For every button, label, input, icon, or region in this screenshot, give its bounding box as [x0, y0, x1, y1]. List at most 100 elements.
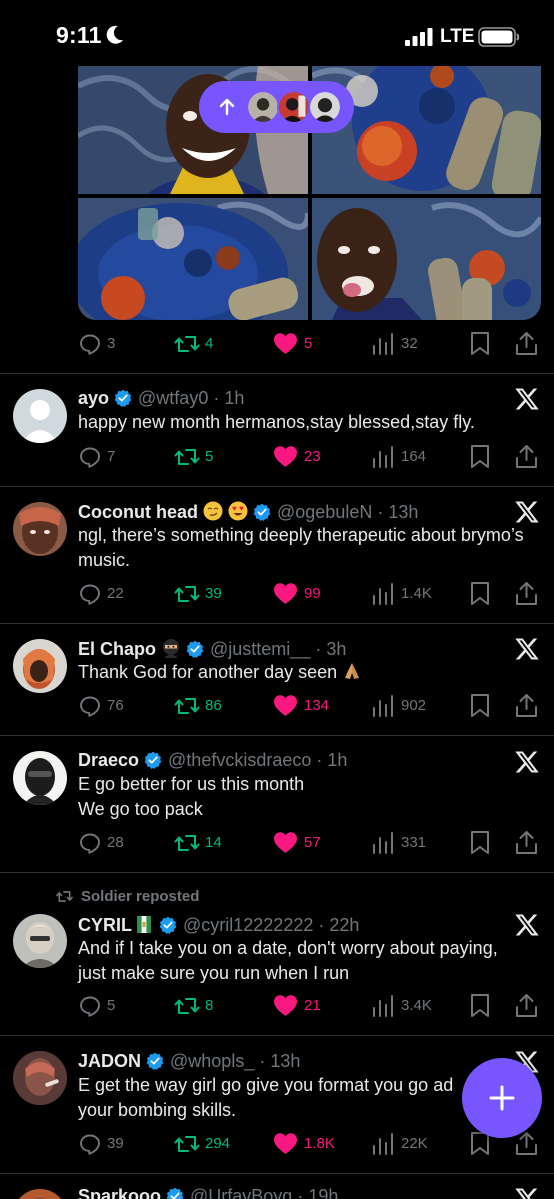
- like-count: 134: [304, 697, 330, 714]
- repost-context-label: Soldier reposted: [81, 888, 200, 905]
- reply-icon[interactable]: [78, 582, 102, 606]
- heart-icon[interactable]: [273, 994, 298, 1017]
- separator-dot: ·: [313, 915, 330, 935]
- verified-icon: [166, 1187, 184, 1199]
- repost-icon[interactable]: [174, 582, 200, 606]
- avatar[interactable]: [13, 751, 67, 805]
- media-photo-3[interactable]: [78, 198, 308, 320]
- bookmark-icon[interactable]: [470, 830, 490, 855]
- ninja-emoji-icon: [163, 639, 180, 658]
- heart-icon[interactable]: [273, 831, 298, 854]
- share-icon[interactable]: [515, 993, 538, 1018]
- tweet-author-name[interactable]: Draeco: [78, 750, 139, 770]
- x-logo-icon[interactable]: [514, 912, 540, 938]
- like-count: 1.8K: [304, 1135, 335, 1152]
- share-icon[interactable]: [515, 830, 538, 855]
- media-photo-4[interactable]: [312, 198, 541, 320]
- x-logo-icon[interactable]: [514, 386, 540, 412]
- divider: [0, 486, 554, 487]
- view-count: 1.4K: [401, 585, 432, 602]
- views-icon[interactable]: [372, 333, 394, 355]
- reply-icon[interactable]: [78, 1132, 102, 1156]
- reply-icon[interactable]: [78, 994, 102, 1018]
- separator-dot: ·: [254, 1051, 271, 1071]
- bookmark-icon[interactable]: [470, 581, 490, 606]
- tweet-author-name[interactable]: Coconut head: [78, 502, 198, 522]
- view-count: 22K: [401, 1135, 428, 1152]
- x-logo-icon[interactable]: [514, 499, 540, 525]
- heart-icon[interactable]: [273, 1132, 298, 1155]
- tweet-author-name[interactable]: CYRIL: [78, 915, 132, 935]
- avatar[interactable]: [13, 502, 67, 556]
- repost-icon[interactable]: [174, 332, 200, 356]
- tweet-author-name[interactable]: Sparkooo: [78, 1186, 161, 1199]
- avatar: [277, 90, 311, 124]
- reply-count: 3: [107, 335, 116, 352]
- bookmark-icon[interactable]: [470, 993, 490, 1018]
- heart-icon[interactable]: [273, 445, 298, 468]
- tweet-handle: @ogebuleN: [277, 502, 373, 522]
- views-icon[interactable]: [372, 583, 394, 605]
- status-time: 9:11: [56, 22, 102, 48]
- avatar[interactable]: [13, 389, 67, 443]
- repost-icon[interactable]: [174, 1132, 200, 1156]
- repost-icon[interactable]: [174, 831, 200, 855]
- verified-icon: [186, 640, 204, 658]
- repost-icon[interactable]: [174, 994, 200, 1018]
- like-count: 21: [304, 997, 321, 1014]
- heart-icon[interactable]: [273, 582, 298, 605]
- x-logo-icon[interactable]: [514, 636, 540, 662]
- divider: [0, 735, 554, 736]
- reply-count: 28: [107, 834, 124, 851]
- bookmark-icon[interactable]: [470, 444, 490, 469]
- views-icon[interactable]: [372, 995, 394, 1017]
- share-icon[interactable]: [515, 331, 538, 356]
- tweet-time: 22h: [329, 915, 360, 935]
- share-icon[interactable]: [515, 693, 538, 718]
- divider: [0, 623, 554, 624]
- bookmark-icon[interactable]: [470, 331, 490, 356]
- heart-icon[interactable]: [273, 694, 298, 717]
- tweet-handle: @thefvckisdraeco: [168, 750, 312, 770]
- new-posts-pill[interactable]: [199, 81, 354, 133]
- views-icon[interactable]: [372, 446, 394, 468]
- like-count: 99: [304, 585, 321, 602]
- view-count: 3.4K: [401, 997, 432, 1014]
- verified-icon: [114, 389, 132, 407]
- tweet-text: happy new month hermanos,stay blessed,st…: [78, 412, 475, 432]
- x-logo-icon[interactable]: [514, 1186, 540, 1199]
- views-icon[interactable]: [372, 832, 394, 854]
- share-icon[interactable]: [515, 1131, 538, 1156]
- tweet-author-name[interactable]: JADON: [78, 1051, 141, 1071]
- divider: [0, 373, 554, 374]
- repost-icon[interactable]: [174, 445, 200, 469]
- avatar[interactable]: [13, 1051, 67, 1105]
- reply-icon[interactable]: [78, 831, 102, 855]
- avatar[interactable]: [13, 639, 67, 693]
- repost-count: 294: [205, 1135, 231, 1152]
- reply-icon[interactable]: [78, 445, 102, 469]
- compose-button[interactable]: [462, 1058, 542, 1138]
- bookmark-icon[interactable]: [470, 693, 490, 718]
- views-icon[interactable]: [372, 695, 394, 717]
- battery-icon: [478, 27, 520, 47]
- tweet-text: ngl, there’s something deeply therapeuti…: [78, 525, 524, 570]
- tweet-author-name[interactable]: El Chapo: [78, 639, 156, 659]
- reply-count: 7: [107, 448, 116, 465]
- media-photo-2[interactable]: [312, 66, 541, 194]
- tweet-author-name[interactable]: ayo: [78, 388, 109, 408]
- avatar: [246, 90, 280, 124]
- repost-context[interactable]: Soldier reposted: [56, 888, 199, 905]
- separator-dot: ·: [311, 750, 328, 770]
- tweet-text: Thank God for another day seen: [78, 662, 338, 682]
- reply-icon[interactable]: [78, 332, 102, 356]
- share-icon[interactable]: [515, 444, 538, 469]
- heart-icon[interactable]: [273, 332, 298, 355]
- verified-icon: [253, 503, 271, 521]
- share-icon[interactable]: [515, 581, 538, 606]
- repost-icon[interactable]: [174, 694, 200, 718]
- views-icon[interactable]: [372, 1133, 394, 1155]
- reply-icon[interactable]: [78, 694, 102, 718]
- avatar[interactable]: [13, 914, 67, 968]
- avatar[interactable]: [13, 1189, 67, 1199]
